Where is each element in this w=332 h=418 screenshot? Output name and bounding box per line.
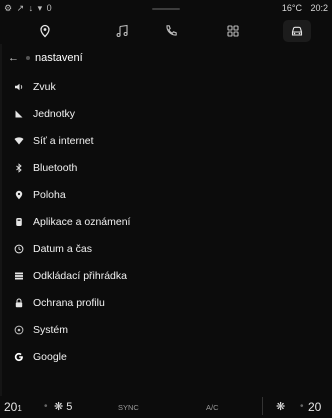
right-temperature[interactable]: 20 <box>308 400 321 414</box>
menu-item-storage[interactable]: Odkládací přihrádka <box>0 264 332 288</box>
menu-item-label: Bluetooth <box>33 162 78 174</box>
left-temperature[interactable]: 201 <box>4 400 22 414</box>
screen: ⚙ ↗ ↓ ▾ 0 16°C 20:2 ← nastavení Zvuk Jed… <box>0 0 332 418</box>
menu-item-label: Datum a čas <box>33 243 92 255</box>
google-icon <box>14 352 24 362</box>
menu-item-label: Odkládací přihrádka <box>33 270 127 282</box>
wifi-icon <box>14 136 24 146</box>
apps-notifications-icon <box>14 217 24 227</box>
menu-item-label: Ochrana profilu <box>33 297 105 309</box>
menu-item-label: Jednotky <box>33 108 76 120</box>
lock-icon <box>14 298 24 308</box>
menu-item-label: Aplikace a oznámení <box>33 216 131 228</box>
bluetooth-icon <box>14 163 24 173</box>
climate-bar: 201 • ❋ 5 SYNC A/C ❋ • 20 <box>0 396 332 418</box>
menu-item-network[interactable]: Síť a internet <box>0 129 332 153</box>
ac-button[interactable]: A/C <box>206 403 219 412</box>
menu-item-sound[interactable]: Zvuk <box>0 75 332 99</box>
status-handle[interactable] <box>152 8 180 10</box>
status-icons: ⚙ ↗ ↓ ▾ 0 <box>4 3 53 13</box>
settings-header: ← nastavení <box>8 49 83 67</box>
sound-icon <box>14 82 24 92</box>
menu-item-bluetooth[interactable]: Bluetooth <box>0 156 332 180</box>
menu-item-profile-protection[interactable]: Ochrana profilu <box>0 291 332 315</box>
menu-item-label: Systém <box>33 324 69 336</box>
status-bar: ⚙ ↗ ↓ ▾ 0 16°C 20:2 <box>0 0 332 18</box>
clock: 20:2 <box>310 3 328 13</box>
menu-item-label: Zvuk <box>33 81 56 93</box>
fan-speed[interactable]: ❋ 5 <box>54 400 72 413</box>
climate-divider <box>262 397 263 415</box>
navigation-icon[interactable] <box>34 21 56 41</box>
units-icon <box>14 109 24 119</box>
menu-item-label: Google <box>33 351 67 363</box>
fan-icon: ❋ <box>54 401 64 413</box>
page-title: nastavení <box>35 52 83 64</box>
menu-item-date-time[interactable]: Datum a čas <box>0 237 332 261</box>
system-icon <box>14 325 24 335</box>
menu-item-apps-notifications[interactable]: Aplikace a oznámení <box>0 210 332 234</box>
top-nav-bar <box>0 18 332 44</box>
clock-icon <box>14 244 24 254</box>
car-icon[interactable] <box>286 21 308 41</box>
seat-heating-icon[interactable]: ❋ <box>276 400 285 413</box>
phone-icon[interactable] <box>160 21 182 41</box>
menu-item-label: Síť a internet <box>33 135 94 147</box>
back-arrow-icon[interactable]: ← <box>8 52 24 64</box>
menu-item-system[interactable]: Systém <box>0 318 332 342</box>
left-separator-dot-icon: • <box>44 401 48 412</box>
right-separator-dot-icon: • <box>300 401 304 412</box>
status-right: 16°C 20:2 <box>276 3 328 13</box>
separator-dot-icon <box>26 56 30 60</box>
music-icon[interactable] <box>111 21 133 41</box>
menu-item-location[interactable]: Poloha <box>0 183 332 207</box>
outside-temperature: 16°C <box>281 3 302 13</box>
sync-button[interactable]: SYNC <box>118 403 139 412</box>
location-icon <box>14 190 24 200</box>
menu-item-label: Poloha <box>33 189 66 201</box>
menu-item-google[interactable]: Google <box>0 345 332 369</box>
apps-icon[interactable] <box>222 21 244 41</box>
menu-item-units[interactable]: Jednotky <box>0 102 332 126</box>
storage-icon <box>14 271 24 281</box>
